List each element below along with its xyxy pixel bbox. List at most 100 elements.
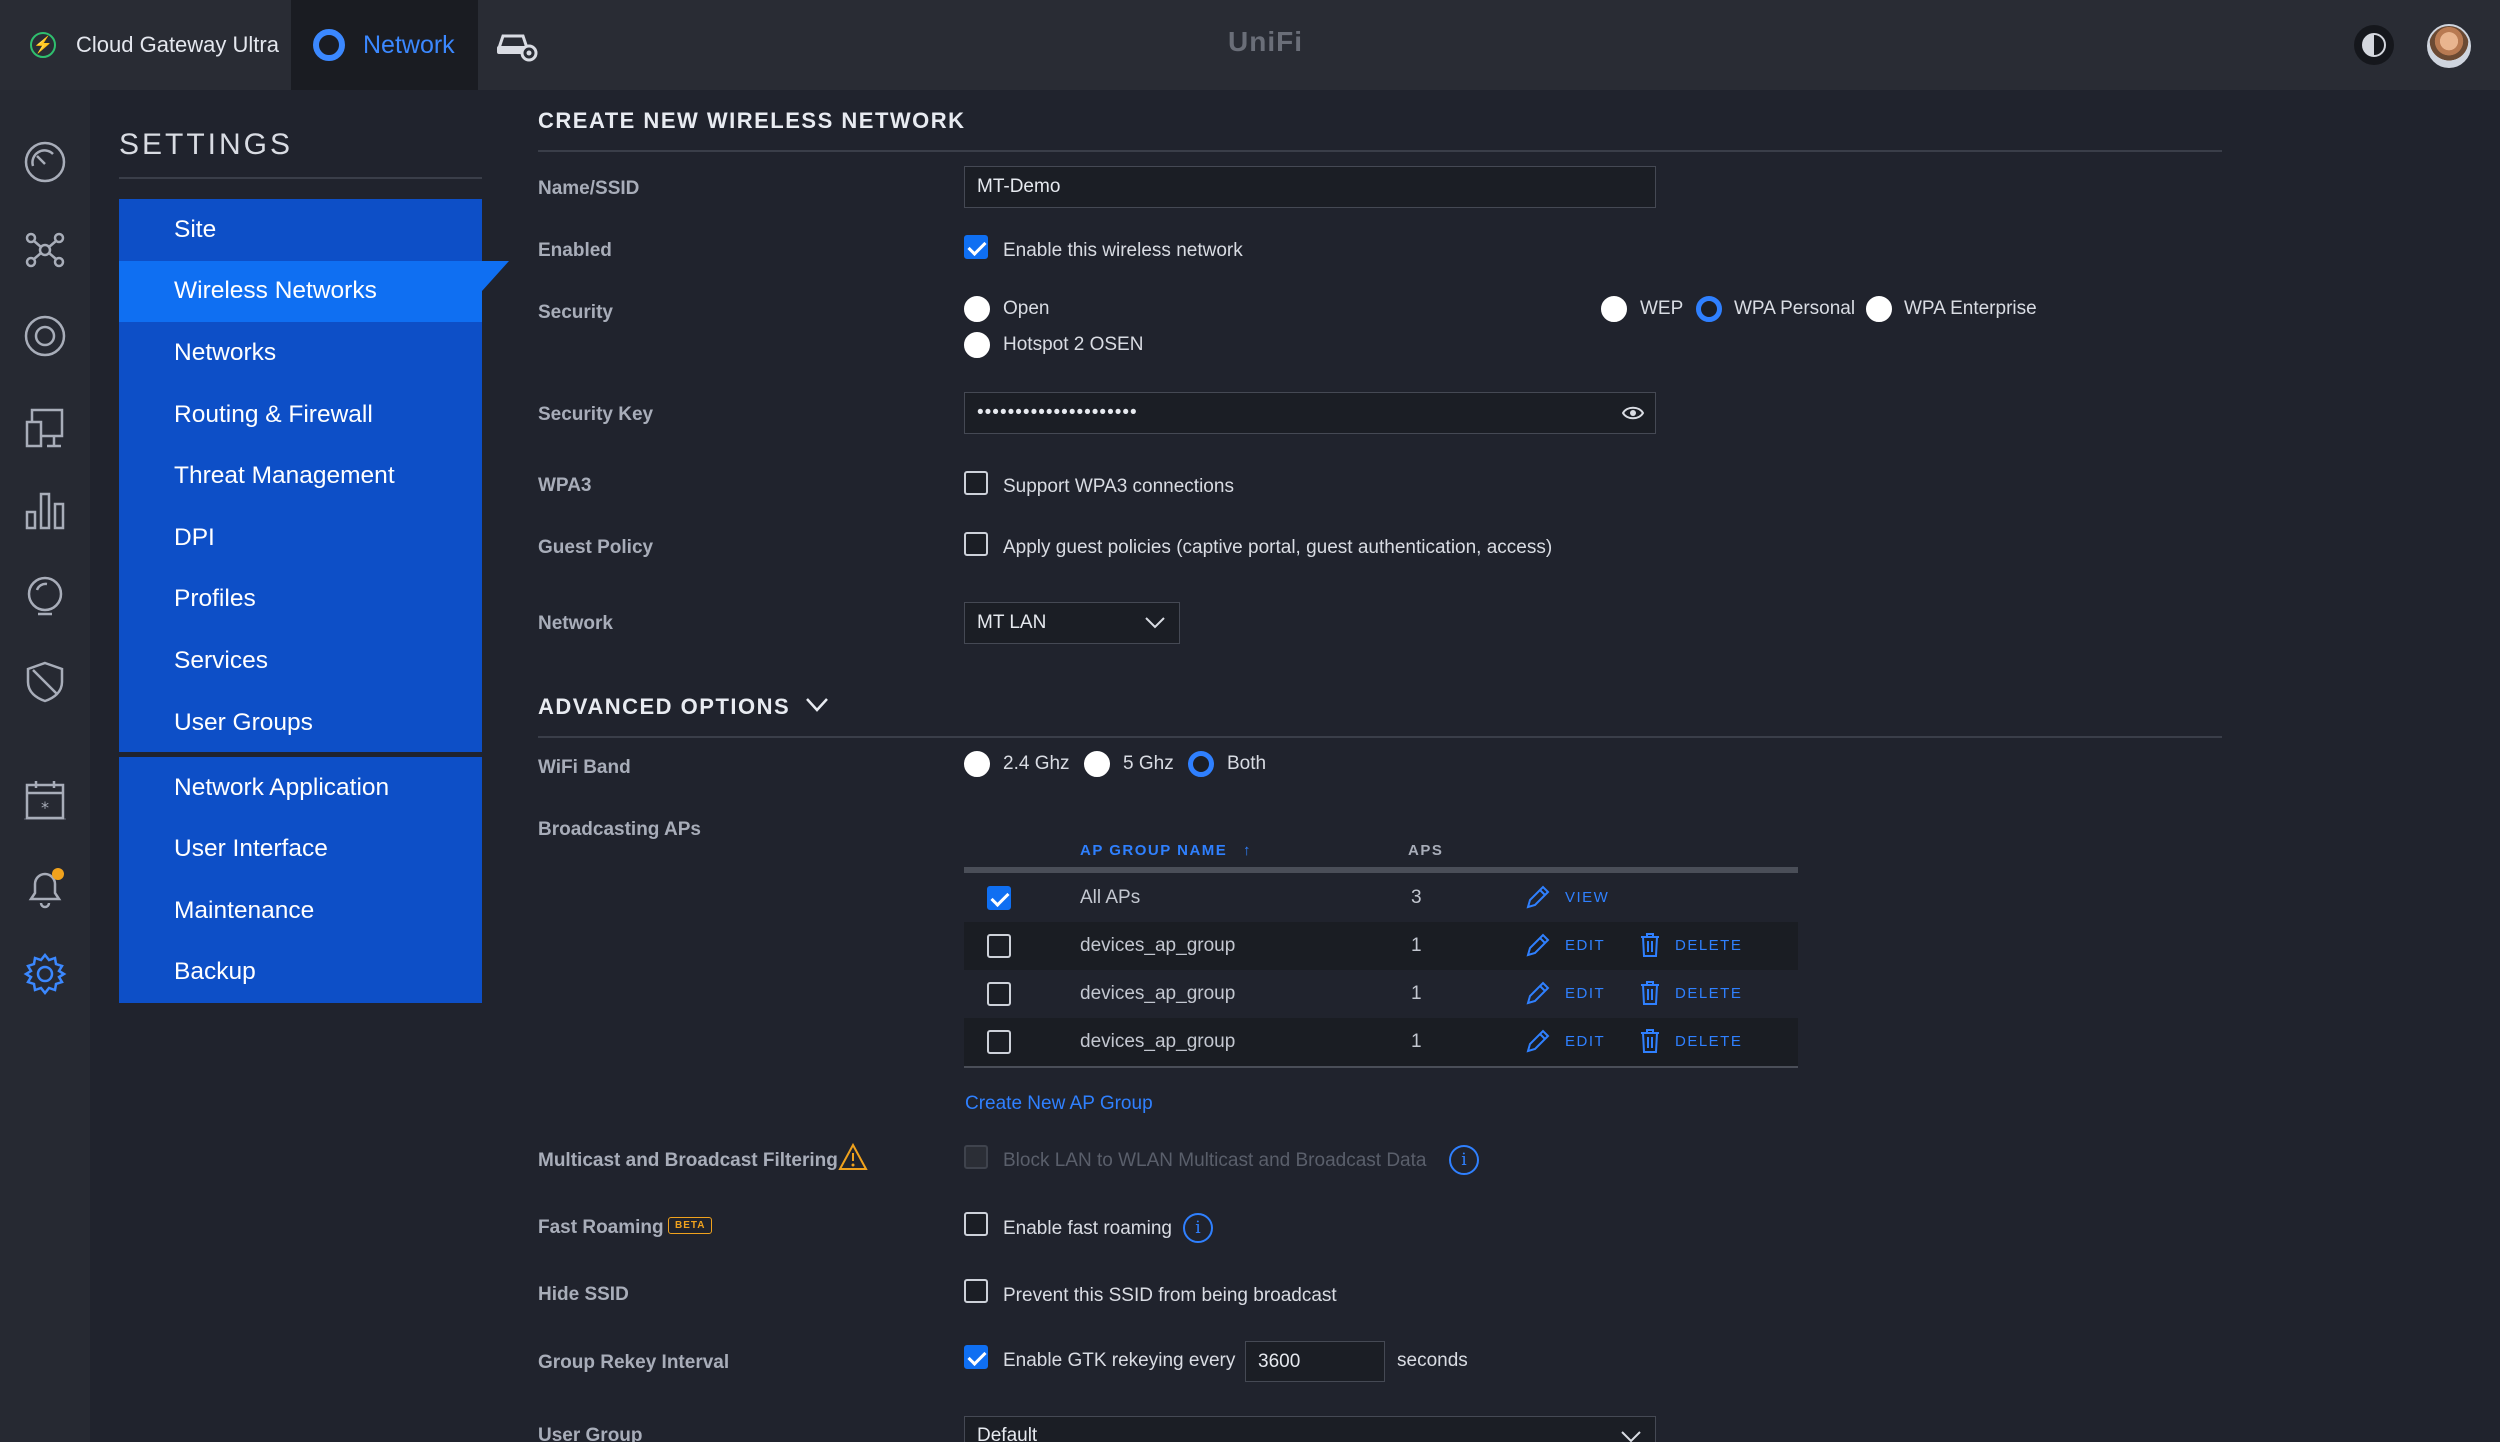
fast-roaming-info-icon[interactable]: i xyxy=(1183,1213,1213,1243)
ap-group-name: devices_ap_group xyxy=(1080,983,1236,1004)
ap-group-name: devices_ap_group xyxy=(1080,935,1236,956)
band-5-radio[interactable] xyxy=(1084,751,1110,777)
security-wpa-personal-radio[interactable] xyxy=(1696,296,1722,322)
ap-row-checkbox[interactable] xyxy=(987,934,1011,958)
nav-item-profiles[interactable]: Profiles xyxy=(119,569,482,631)
security-wep-text: WEP xyxy=(1640,298,1684,319)
security-wpa-enterprise-radio[interactable] xyxy=(1866,296,1892,322)
ap-table-row: devices_ap_group 1 EDIT DELETE xyxy=(964,922,1798,970)
events-icon[interactable]: * xyxy=(23,778,67,822)
rekey-interval-input[interactable]: 3600 xyxy=(1245,1341,1385,1382)
nav-item-network-application[interactable]: Network Application xyxy=(119,757,482,819)
ap-table-row: devices_ap_group 1 EDIT DELETE xyxy=(964,1018,1798,1066)
ap-table-header-bar xyxy=(964,867,1798,873)
hide-ssid-checkbox[interactable] xyxy=(964,1279,988,1303)
nav-item-maintenance[interactable]: Maintenance xyxy=(119,880,482,942)
nav-item-dpi[interactable]: DPI xyxy=(119,507,482,569)
network-select[interactable]: MT LAN xyxy=(964,602,1180,644)
security-key-input[interactable]: ••••••••••••••••••••• xyxy=(964,392,1656,434)
alerts-icon[interactable] xyxy=(23,866,67,910)
ap-count: 1 xyxy=(1411,1031,1422,1052)
delete-label: DELETE xyxy=(1675,1032,1743,1050)
ap-table-bottom-rule xyxy=(964,1066,1798,1068)
nav-item-site[interactable]: Site xyxy=(119,199,482,261)
nav-item-backup[interactable]: Backup xyxy=(119,942,482,1004)
settings-icon[interactable] xyxy=(23,952,67,996)
theme-toggle-icon[interactable] xyxy=(2354,25,2394,65)
network-app-tab[interactable]: Network xyxy=(291,0,478,90)
band-both-text: Both xyxy=(1227,753,1267,774)
security-wpa-enterprise-text: WPA Enterprise xyxy=(1904,298,2037,319)
enable-network-checkbox[interactable] xyxy=(964,235,988,259)
ap-count: 1 xyxy=(1411,983,1422,1004)
nav-item-user-interface[interactable]: User Interface xyxy=(119,819,482,881)
show-password-icon[interactable] xyxy=(1622,405,1644,421)
delete-ap-group-button[interactable]: DELETE xyxy=(1639,932,1742,958)
gateway-status-icon: ⚡ xyxy=(30,32,56,58)
ap-table-row: All APs 3 VIEW xyxy=(964,874,1798,922)
security-icon[interactable] xyxy=(23,660,67,704)
multicast-info-icon[interactable]: i xyxy=(1449,1145,1479,1175)
edit-label: EDIT xyxy=(1565,936,1606,954)
devices-icon[interactable] xyxy=(23,314,67,358)
beta-badge: BETA xyxy=(668,1217,713,1234)
nav-item-networks[interactable]: Networks xyxy=(119,322,482,384)
nav-item-user-groups[interactable]: User Groups xyxy=(119,692,482,754)
ap-table-row: devices_ap_group 1 EDIT DELETE xyxy=(964,970,1798,1018)
sort-ascending-icon: ↑ xyxy=(1242,842,1252,859)
band-both-radio[interactable] xyxy=(1188,751,1214,777)
clients-icon[interactable] xyxy=(23,406,67,450)
security-open-radio[interactable] xyxy=(964,296,990,322)
ap-count: 3 xyxy=(1411,887,1422,908)
user-avatar[interactable] xyxy=(2427,24,2471,68)
broadcasting-aps-label: Broadcasting APs xyxy=(538,819,701,840)
group-rekey-label: Group Rekey Interval xyxy=(538,1352,730,1373)
network-label: Network xyxy=(538,613,613,634)
aps-header: APS xyxy=(1408,842,1444,859)
delete-ap-group-button[interactable]: DELETE xyxy=(1639,1028,1742,1054)
nav-item-routing-firewall[interactable]: Routing & Firewall xyxy=(119,384,482,446)
gtk-rekey-checkbox[interactable] xyxy=(964,1345,988,1369)
edit-ap-group-button[interactable]: EDIT xyxy=(1525,980,1605,1006)
ap-row-checkbox[interactable] xyxy=(987,1030,1011,1054)
ap-row-checkbox[interactable] xyxy=(987,886,1011,910)
delete-label: DELETE xyxy=(1675,984,1743,1002)
ap-group-name: devices_ap_group xyxy=(1080,1031,1236,1052)
insights-icon[interactable] xyxy=(23,574,67,618)
edit-ap-group-button[interactable]: EDIT xyxy=(1525,1028,1605,1054)
security-hotspot-text: Hotspot 2 OSEN xyxy=(1003,334,1144,355)
dashboard-icon[interactable] xyxy=(23,140,67,184)
band-24-radio[interactable] xyxy=(964,751,990,777)
advanced-options-toggle[interactable]: ADVANCED OPTIONS xyxy=(538,694,828,720)
ap-group-name-header-text: AP GROUP NAME xyxy=(1080,842,1228,859)
statistics-icon[interactable] xyxy=(23,488,67,532)
view-label: VIEW xyxy=(1565,888,1610,906)
edit-ap-group-button[interactable]: EDIT xyxy=(1525,932,1605,958)
view-ap-group-button[interactable]: VIEW xyxy=(1525,884,1609,910)
pencil-icon xyxy=(1526,933,1550,957)
gateway-selector[interactable]: ⚡ Cloud Gateway Ultra xyxy=(30,0,279,90)
nav-item-wireless-networks[interactable]: Wireless Networks xyxy=(119,260,509,323)
fast-roaming-checkbox[interactable] xyxy=(964,1212,988,1236)
ap-count: 1 xyxy=(1411,935,1422,956)
chevron-down-icon xyxy=(1145,617,1165,629)
user-group-select[interactable]: Default xyxy=(964,1416,1656,1442)
multicast-filter-checkbox[interactable] xyxy=(964,1145,988,1169)
create-ap-group-link[interactable]: Create New AP Group xyxy=(965,1093,1153,1115)
nav-item-threat-management[interactable]: Threat Management xyxy=(119,445,482,507)
security-hotspot-radio[interactable] xyxy=(964,332,990,358)
advanced-options-title: ADVANCED OPTIONS xyxy=(538,694,791,719)
ap-group-name-header[interactable]: AP GROUP NAME ↑ xyxy=(1080,842,1252,859)
security-wep-radio[interactable] xyxy=(1601,296,1627,322)
ap-row-checkbox[interactable] xyxy=(987,982,1011,1006)
delete-ap-group-button[interactable]: DELETE xyxy=(1639,980,1742,1006)
wifi-band-label: WiFi Band xyxy=(538,757,631,778)
guest-policy-checkbox[interactable] xyxy=(964,532,988,556)
unifi-logo: UniFi xyxy=(1228,26,1303,57)
ssid-input[interactable]: MT-Demo xyxy=(964,166,1656,208)
topology-icon[interactable] xyxy=(23,228,67,272)
ap-group-name: All APs xyxy=(1080,887,1141,908)
nav-item-services[interactable]: Services xyxy=(119,630,482,692)
device-manager-icon[interactable] xyxy=(496,28,538,62)
wpa3-checkbox[interactable] xyxy=(964,471,988,495)
